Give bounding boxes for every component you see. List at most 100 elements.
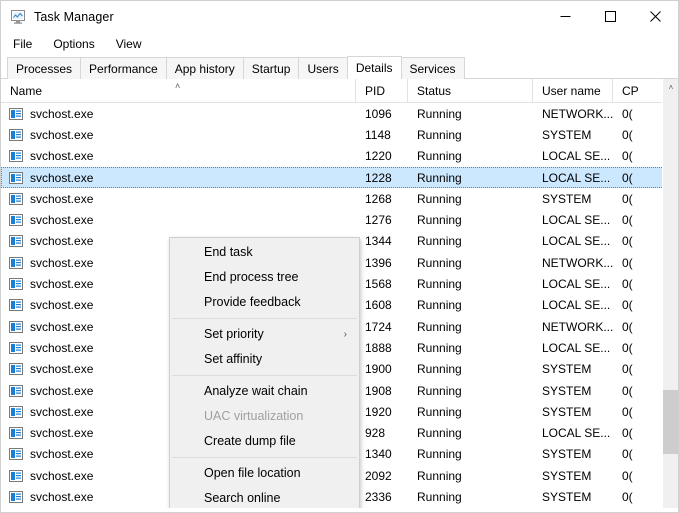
- process-name: svchost.exe: [30, 213, 94, 228]
- process-name: svchost.exe: [30, 127, 94, 142]
- column-header-label: Status: [417, 84, 452, 98]
- process-name: svchost.exe: [30, 426, 94, 441]
- process-icon: [9, 469, 23, 482]
- table-row[interactable]: svchost.exe 1096 Running NETWORK... 0(: [1, 103, 678, 124]
- vertical-scrollbar[interactable]: ˄: [662, 79, 678, 508]
- menu-view[interactable]: View: [111, 35, 151, 53]
- cell-pid: 1920: [365, 404, 392, 419]
- cell-pid: 2336: [365, 489, 392, 504]
- cell-cpu: 0(: [622, 127, 633, 142]
- menu-separator: [172, 457, 357, 458]
- context-menu-item-set-affinity[interactable]: Set affinity: [170, 347, 359, 372]
- cell-status: Running: [417, 149, 462, 164]
- cell-pid: 1220: [365, 149, 392, 164]
- cell-status: Running: [417, 106, 462, 121]
- process-icon: [9, 192, 23, 205]
- cell-status: Running: [417, 213, 462, 228]
- cell-cpu: 0(: [622, 213, 633, 228]
- process-icon: [9, 427, 23, 440]
- cell-cpu: 0(: [622, 191, 633, 206]
- minimize-button[interactable]: [543, 1, 588, 32]
- cell-user-name: LOCAL SE...: [542, 234, 611, 249]
- maximize-button[interactable]: [588, 1, 633, 32]
- menu-bar: File Options View: [1, 32, 678, 55]
- sort-ascending-icon: ˄: [175, 81, 181, 91]
- table-row[interactable]: svchost.exe 1276 Running LOCAL SE... 0(: [1, 209, 678, 230]
- process-icon: [9, 299, 23, 312]
- tab-performance[interactable]: Performance: [80, 57, 167, 79]
- context-menu-item-open-file-location[interactable]: Open file location: [170, 461, 359, 486]
- context-menu-item-analyze-wait-chain[interactable]: Analyze wait chain: [170, 379, 359, 404]
- column-header-cpu[interactable]: CP: [613, 79, 658, 103]
- tab-users[interactable]: Users: [298, 57, 348, 79]
- context-menu-item-label: End task: [204, 245, 253, 259]
- tab-app-history[interactable]: App history: [165, 57, 244, 79]
- table-row[interactable]: svchost.exe 1228 Running LOCAL SE... 0(: [1, 166, 678, 189]
- context-menu-item-search-online[interactable]: Search online: [170, 486, 359, 508]
- tab-startup[interactable]: Startup: [242, 57, 300, 79]
- tab-details[interactable]: Details: [346, 56, 402, 79]
- minimize-icon: [560, 16, 571, 17]
- column-header-pid[interactable]: PID: [356, 79, 408, 103]
- tab-strip: Processes Performance App history Startup Us…: [1, 55, 678, 79]
- cell-pid: 1276: [365, 213, 392, 228]
- column-header-user[interactable]: User name: [533, 79, 613, 103]
- cell-cpu: 0(: [622, 447, 633, 462]
- tab-services[interactable]: Services: [400, 57, 465, 79]
- window-controls: [543, 1, 678, 32]
- cell-pid: 2092: [365, 468, 392, 483]
- task-manager-icon: [11, 9, 25, 24]
- cell-user-name: LOCAL SE...: [542, 277, 611, 292]
- context-menu-item-label: Create dump file: [204, 434, 296, 448]
- cell-cpu: 0(: [622, 340, 633, 355]
- process-name: svchost.exe: [30, 298, 94, 313]
- process-icon: [9, 128, 23, 141]
- context-menu-item-end-process-tree[interactable]: End process tree: [170, 265, 359, 290]
- scrollbar-thumb[interactable]: [663, 390, 678, 454]
- process-name: svchost.exe: [30, 149, 94, 164]
- table-row[interactable]: svchost.exe 1220 Running LOCAL SE... 0(: [1, 146, 678, 167]
- process-icon: [9, 490, 23, 503]
- cell-user-name: NETWORK...: [542, 255, 613, 270]
- cell-user-name: LOCAL SE...: [542, 298, 611, 313]
- cell-name: svchost.exe: [1, 127, 356, 143]
- menu-options[interactable]: Options: [48, 35, 103, 53]
- cell-cpu: 0(: [622, 489, 633, 504]
- close-button[interactable]: [633, 1, 678, 32]
- cell-status: Running: [417, 362, 462, 377]
- context-menu-item-label: Set priority: [204, 327, 264, 341]
- context-menu-item-label: End process tree: [204, 270, 299, 284]
- context-menu-item-create-dump-file[interactable]: Create dump file: [170, 429, 359, 454]
- cell-cpu: 0(: [622, 170, 633, 185]
- window-title: Task Manager: [34, 9, 114, 24]
- cell-cpu: 0(: [622, 277, 633, 292]
- process-icon: [9, 256, 23, 269]
- process-icon: [9, 341, 23, 354]
- cell-status: Running: [417, 447, 462, 462]
- column-header-label: CP: [622, 84, 639, 98]
- context-menu-item-provide-feedback[interactable]: Provide feedback: [170, 290, 359, 315]
- cell-pid: 1096: [365, 106, 392, 121]
- process-name: svchost.exe: [30, 106, 94, 121]
- scroll-up-arrow-icon[interactable]: ˄: [663, 79, 678, 96]
- cell-name: svchost.exe: [1, 191, 356, 207]
- column-header-name[interactable]: Name ˄: [1, 79, 356, 103]
- process-name: svchost.exe: [30, 447, 94, 462]
- process-name: svchost.exe: [30, 277, 94, 292]
- process-icon: [9, 107, 23, 120]
- context-menu-item-label: Open file location: [204, 466, 301, 480]
- cell-user-name: SYSTEM: [542, 489, 592, 504]
- menu-file[interactable]: File: [8, 35, 41, 53]
- table-row[interactable]: svchost.exe 1268 Running SYSTEM 0(: [1, 188, 678, 209]
- cell-pid: 1396: [365, 255, 392, 270]
- table-row[interactable]: svchost.exe 1148 Running SYSTEM 0(: [1, 124, 678, 145]
- column-headers: Name ˄ PID Status User name CP: [1, 79, 678, 103]
- context-menu-item-set-priority[interactable]: Set priority ›: [170, 322, 359, 347]
- cell-pid: 1908: [365, 383, 392, 398]
- context-menu-item-label: Set affinity: [204, 352, 263, 366]
- column-header-status[interactable]: Status: [408, 79, 533, 103]
- cell-user-name: NETWORK...: [542, 319, 613, 334]
- context-menu-item-end-task[interactable]: End task: [170, 240, 359, 265]
- process-icon: [9, 278, 23, 291]
- tab-processes[interactable]: Processes: [7, 57, 82, 79]
